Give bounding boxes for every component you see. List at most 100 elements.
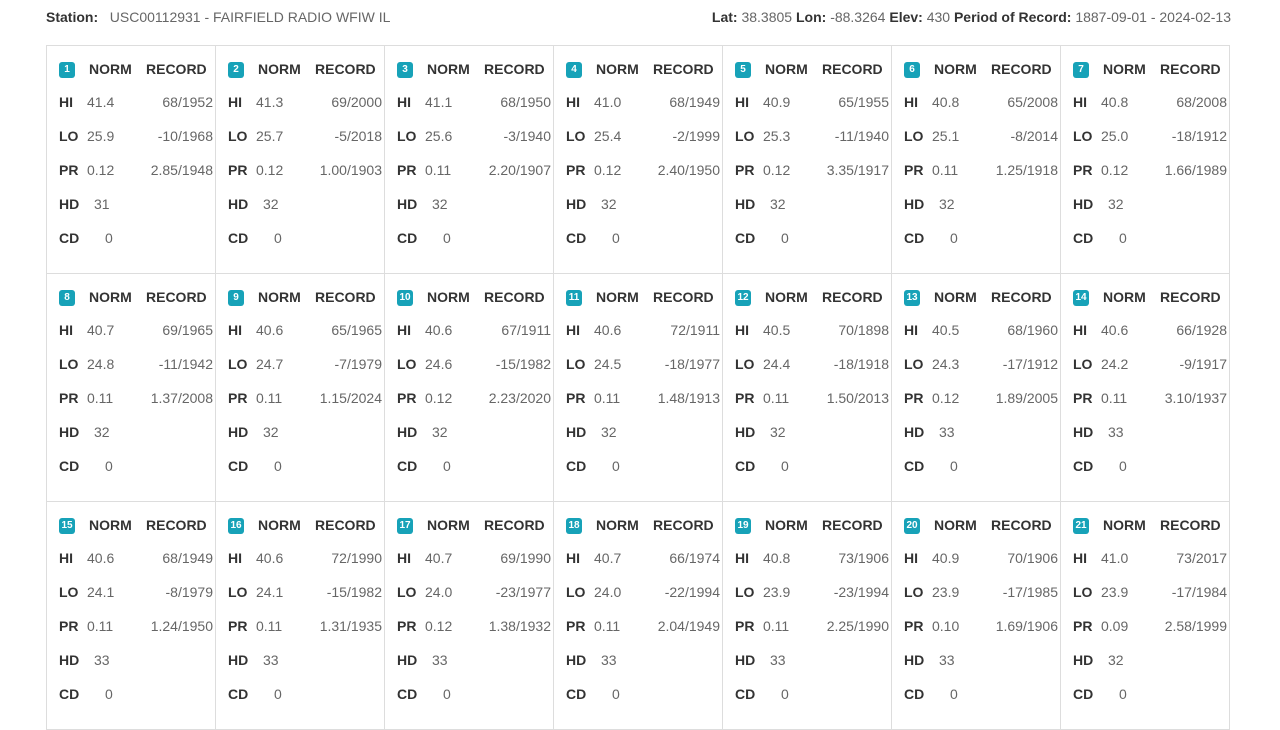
hd-value: 32 <box>94 424 110 440</box>
cd-label: CD <box>904 458 925 474</box>
hi-label: HI <box>59 550 73 566</box>
day-cell: 16 NORM RECORD HI 40.6 72/1990 LO 24.1 -… <box>216 502 385 730</box>
pr-label: PR <box>904 162 924 178</box>
lo-label: LO <box>1073 356 1093 372</box>
day-badge: 9 <box>228 290 244 306</box>
hd-label: HD <box>59 196 80 212</box>
norm-header: NORM <box>427 517 470 533</box>
pr-norm: 0.12 <box>932 390 960 406</box>
hi-row: HI 40.5 70/1898 <box>735 321 889 339</box>
pr-norm: 0.12 <box>256 162 284 178</box>
hi-row: HI 40.9 65/1955 <box>735 93 889 111</box>
pr-row: PR 0.12 3.35/1917 <box>735 161 889 179</box>
lat-label: Lat: <box>711 9 738 25</box>
cd-label: CD <box>228 230 249 246</box>
pr-label: PR <box>566 390 586 406</box>
lo-label: LO <box>1073 128 1093 144</box>
lo-row: LO 24.8 -11/1942 <box>59 355 213 373</box>
pr-row: PR 0.11 2.04/1949 <box>566 617 720 635</box>
pr-record: 1.15/2024 <box>319 390 382 406</box>
pr-record: 2.85/1948 <box>150 162 213 178</box>
day-cell: 17 NORM RECORD HI 40.7 69/1990 LO 24.0 -… <box>385 502 554 730</box>
cd-row: CD 0 <box>735 685 885 703</box>
hd-row: HD 33 <box>566 651 716 669</box>
lo-label: LO <box>566 128 586 144</box>
lo-row: LO 24.2 -9/1917 <box>1073 355 1227 373</box>
cd-row: CD 0 <box>735 229 885 247</box>
hi-record: 69/1990 <box>500 550 551 566</box>
pr-label: PR <box>59 618 79 634</box>
pr-label: PR <box>904 618 924 634</box>
lo-label: LO <box>228 128 248 144</box>
day-badge: 4 <box>566 62 582 78</box>
cd-row: CD 0 <box>1073 229 1223 247</box>
pr-label: PR <box>566 162 586 178</box>
pr-label: PR <box>735 162 755 178</box>
norm-header: NORM <box>89 289 132 305</box>
hi-norm: 41.0 <box>594 94 622 110</box>
hd-value: 32 <box>770 424 786 440</box>
pr-record: 1.48/1913 <box>657 390 720 406</box>
hi-norm: 40.7 <box>87 322 115 338</box>
pr-row: PR 0.12 1.38/1932 <box>397 617 551 635</box>
pr-norm: 0.10 <box>932 618 960 634</box>
hi-row: HI 41.0 73/2017 <box>1073 549 1227 567</box>
pr-label: PR <box>397 390 417 406</box>
lo-row: LO 25.0 -18/1912 <box>1073 127 1227 145</box>
hi-norm: 40.5 <box>932 322 960 338</box>
pr-norm: 0.12 <box>594 162 622 178</box>
lo-label: LO <box>228 356 248 372</box>
day-cell: 18 NORM RECORD HI 40.7 66/1974 LO 24.0 -… <box>554 502 723 730</box>
hd-value: 32 <box>432 196 448 212</box>
hd-row: HD 32 <box>1073 651 1223 669</box>
cd-value: 0 <box>612 458 620 474</box>
hi-norm: 40.7 <box>425 550 453 566</box>
hi-record: 66/1928 <box>1176 322 1227 338</box>
pr-label: PR <box>59 390 79 406</box>
hi-row: HI 40.9 70/1906 <box>904 549 1058 567</box>
day-badge: 10 <box>397 290 413 306</box>
hi-row: HI 40.8 73/1906 <box>735 549 889 567</box>
cd-value: 0 <box>105 230 113 246</box>
pr-label: PR <box>1073 618 1093 634</box>
hd-row: HD 32 <box>566 195 716 213</box>
cd-row: CD 0 <box>904 229 1054 247</box>
hd-row: HD 32 <box>397 423 547 441</box>
cd-row: CD 0 <box>904 685 1054 703</box>
day-badge: 16 <box>228 518 244 534</box>
lo-record: -15/1982 <box>326 584 382 600</box>
record-header: RECORD <box>484 289 545 305</box>
lo-norm: 25.7 <box>256 128 284 144</box>
day-badge: 8 <box>59 290 75 306</box>
cd-label: CD <box>1073 230 1094 246</box>
pr-label: PR <box>59 162 79 178</box>
cd-row: CD 0 <box>1073 685 1223 703</box>
pr-row: PR 0.11 1.25/1918 <box>904 161 1058 179</box>
hi-norm: 40.8 <box>1101 94 1129 110</box>
pr-norm: 0.11 <box>932 162 959 178</box>
day-cell: 6 NORM RECORD HI 40.8 65/2008 LO 25.1 -8… <box>892 46 1061 274</box>
hi-record: 68/1960 <box>1007 322 1058 338</box>
hi-row: HI 41.4 68/1952 <box>59 93 213 111</box>
cd-row: CD 0 <box>228 685 378 703</box>
day-badge: 7 <box>1073 62 1089 78</box>
lo-record: -17/1985 <box>1002 584 1058 600</box>
record-header: RECORD <box>315 61 376 77</box>
norm-header: NORM <box>1103 289 1146 305</box>
lo-label: LO <box>59 128 79 144</box>
lo-row: LO 24.1 -8/1979 <box>59 583 213 601</box>
hi-row: HI 40.6 72/1990 <box>228 549 382 567</box>
pr-row: PR 0.10 1.69/1906 <box>904 617 1058 635</box>
pr-record: 1.37/2008 <box>150 390 213 406</box>
record-header: RECORD <box>991 517 1052 533</box>
cd-value: 0 <box>1119 230 1127 246</box>
day-cell: 5 NORM RECORD HI 40.9 65/1955 LO 25.3 -1… <box>723 46 892 274</box>
lo-norm: 24.2 <box>1101 356 1129 372</box>
lo-norm: 24.5 <box>594 356 622 372</box>
lo-record: -8/2014 <box>1010 128 1058 144</box>
hi-label: HI <box>397 322 411 338</box>
pr-norm: 0.11 <box>87 618 114 634</box>
pr-label: PR <box>1073 390 1093 406</box>
hd-label: HD <box>735 424 756 440</box>
pr-row: PR 0.11 1.15/2024 <box>228 389 382 407</box>
